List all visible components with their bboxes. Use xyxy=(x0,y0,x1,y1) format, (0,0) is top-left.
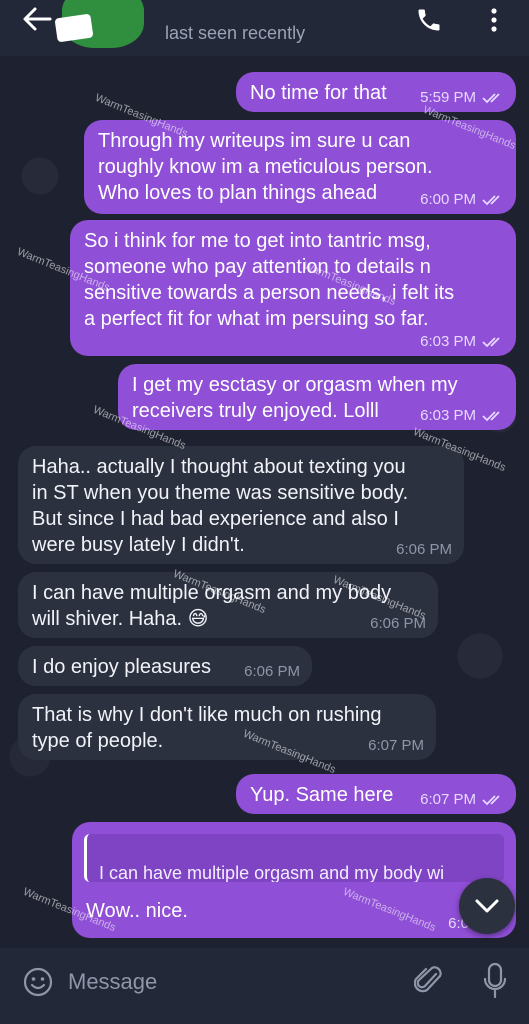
message-composer xyxy=(0,948,529,1024)
message-bubble-outgoing[interactable]: I get my esctasy or orgasm when my recei… xyxy=(118,364,516,430)
message-bubble-incoming[interactable]: That is why I don't like much on rushing… xyxy=(18,694,436,760)
double-check-icon xyxy=(482,195,500,206)
message-text: I do enjoy pleasures xyxy=(32,656,212,678)
message-meta: 6:00 PM xyxy=(420,192,504,208)
message-time: 6:06 PM xyxy=(244,663,300,680)
message-bubble-reply[interactable]: I can have multiple orgasm and my body w… xyxy=(72,822,516,938)
message-meta: 6:07 PM xyxy=(420,792,504,808)
message-meta: 6:06 PM xyxy=(244,664,300,680)
paperclip-icon[interactable] xyxy=(414,964,444,998)
message-meta: 6:03 PM xyxy=(420,408,504,424)
message-time: 6:03 PM xyxy=(420,407,476,424)
message-time: 6:06 PM xyxy=(370,615,426,632)
reply-quote[interactable]: I can have multiple orgasm and my body w… xyxy=(84,834,504,882)
message-text: Through my writeups im sure u can roughl… xyxy=(98,130,433,204)
message-bubble-outgoing[interactable]: No time for that 5:59 PM xyxy=(236,72,516,112)
message-text: That is why I don't like much on rushing… xyxy=(32,704,382,752)
message-text: I can have multiple orgasm and my body w… xyxy=(32,582,392,630)
message-time: 6:03 PM xyxy=(420,333,476,350)
double-check-icon xyxy=(482,411,500,422)
chevron-down-icon xyxy=(475,899,499,913)
message-bubble-incoming[interactable]: Haha.. actually I thought about texting … xyxy=(18,446,464,564)
message-meta: 6:06 PM xyxy=(396,542,452,558)
quoted-text: I can have multiple orgasm and my body w… xyxy=(99,863,445,882)
message-meta: 6:06 PM xyxy=(370,616,426,632)
message-meta: 5:59 PM xyxy=(420,90,504,106)
double-check-icon xyxy=(482,795,500,806)
message-time: 6:07 PM xyxy=(420,791,476,808)
message-list[interactable]: No time for that 5:59 PM Through my writ… xyxy=(0,56,529,948)
message-meta: 6:07 PM xyxy=(368,738,424,754)
message-time: 5:59 PM xyxy=(420,89,476,106)
message-text: Haha.. actually I thought about texting … xyxy=(32,456,409,556)
more-vertical-icon[interactable] xyxy=(488,6,500,34)
smiley-icon[interactable] xyxy=(22,966,54,998)
message-time: 6:06 PM xyxy=(396,541,452,558)
microphone-icon[interactable] xyxy=(482,962,508,1000)
arrow-left-icon[interactable] xyxy=(22,6,52,32)
message-bubble-incoming[interactable]: I do enjoy pleasures 6:06 PM xyxy=(18,646,312,686)
message-bubble-outgoing[interactable]: Through my writeups im sure u can roughl… xyxy=(84,120,516,214)
message-input[interactable] xyxy=(68,966,388,998)
message-text: No time for that xyxy=(250,82,387,104)
message-bubble-outgoing[interactable]: Yup. Same here 6:07 PM xyxy=(236,774,516,814)
message-text: Wow.. nice. xyxy=(86,900,188,922)
message-text: So i think for me to get into tantric ms… xyxy=(84,230,455,330)
scroll-to-bottom-button[interactable] xyxy=(459,878,515,934)
chat-header: last seen recently xyxy=(0,0,529,56)
avatar[interactable] xyxy=(62,0,144,48)
double-check-icon xyxy=(482,337,500,348)
message-text: I get my esctasy or orgasm when my recei… xyxy=(132,374,458,422)
message-time: 6:07 PM xyxy=(368,737,424,754)
phone-icon[interactable] xyxy=(415,6,443,34)
last-seen-status: last seen recently xyxy=(165,23,306,43)
message-text: Yup. Same here xyxy=(250,784,394,806)
message-time: 6:00 PM xyxy=(420,191,476,208)
message-meta: 6:03 PM xyxy=(420,334,504,350)
message-bubble-incoming[interactable]: I can have multiple orgasm and my body w… xyxy=(18,572,438,638)
double-check-icon xyxy=(482,93,500,104)
message-bubble-outgoing[interactable]: So i think for me to get into tantric ms… xyxy=(70,220,516,356)
